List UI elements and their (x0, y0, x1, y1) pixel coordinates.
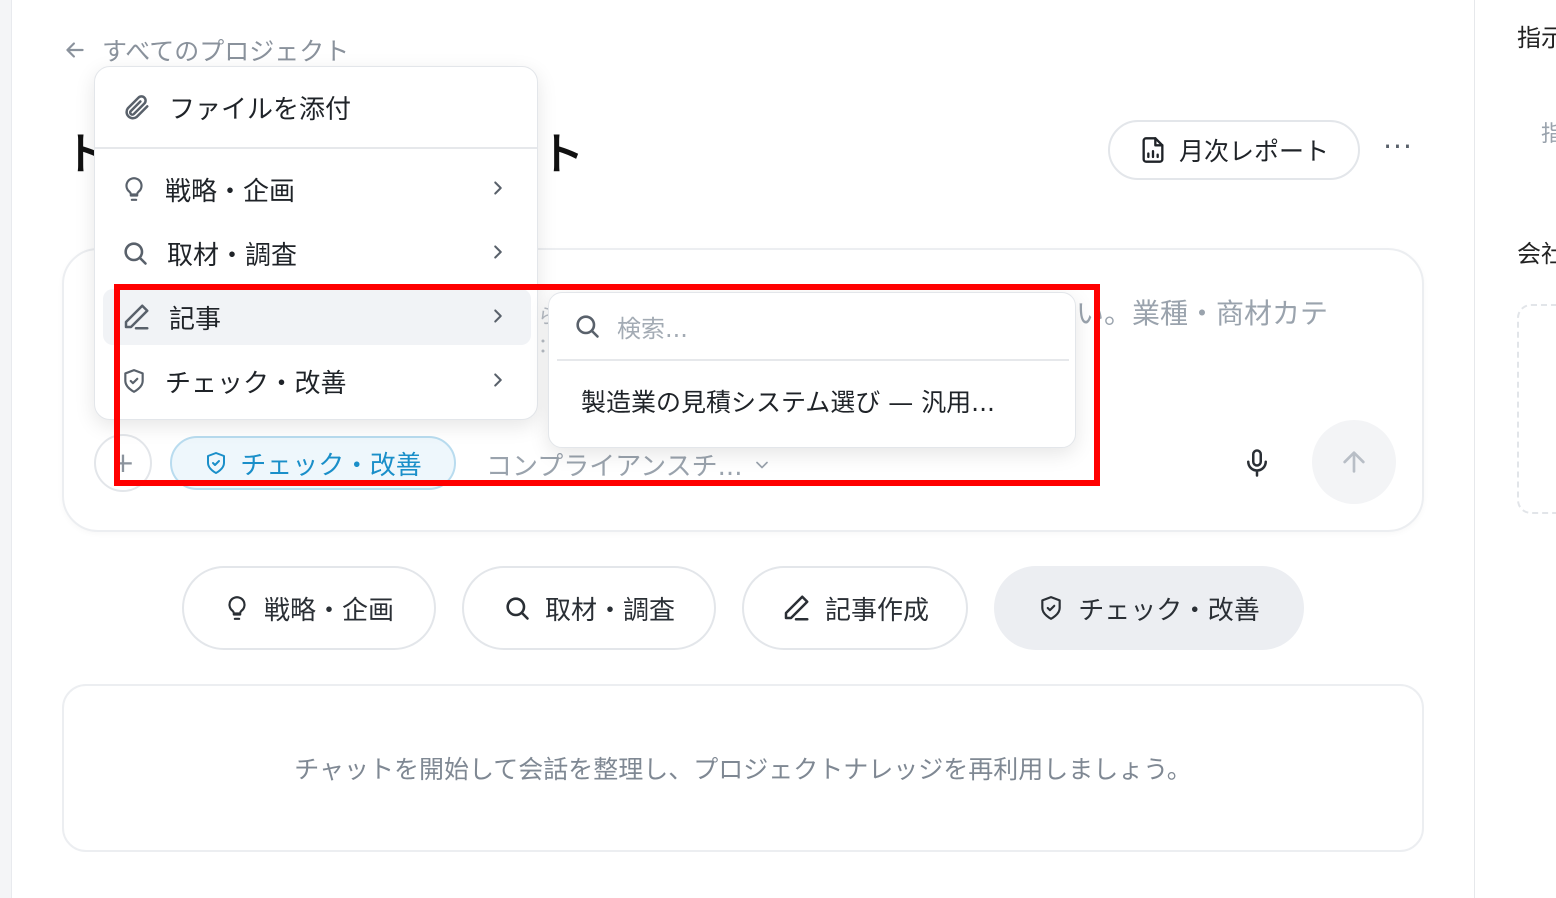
menu-divider (95, 147, 537, 149)
right-panel-section: 会社 (1517, 240, 1556, 268)
chevron-right-icon (494, 181, 502, 195)
back-link[interactable]: すべてのプロジェクト (62, 32, 349, 68)
file-chart-icon (1139, 135, 1167, 165)
arrow-left-icon (62, 37, 88, 63)
monthly-report-label: 月次レポート (1178, 137, 1329, 166)
chat-empty-state: チャットを開始して会話を整理し、プロジェクトナレッジを再利用しましょう。 (62, 684, 1424, 852)
quick-action-label: チェック・改善 (1078, 595, 1260, 626)
shield-check-icon (1038, 594, 1064, 622)
attach-file-label: ファイルを添付 (169, 94, 352, 125)
more-options-button[interactable]: ··· (1380, 130, 1416, 170)
right-panel-title: 指示 (1517, 24, 1556, 52)
menu-item-strategy[interactable]: 戦略・企画 (103, 161, 531, 217)
paperclip-icon (121, 92, 151, 122)
microphone-button[interactable] (1234, 440, 1280, 486)
chevron-right-icon (494, 245, 502, 259)
empty-state-text: チャットを開始して会話を整理し、プロジェクトナレッジを再利用しましょう。 (294, 755, 1192, 784)
monthly-report-button[interactable]: 月次レポート (1108, 120, 1360, 180)
menu-item-label: 取材・調査 (167, 240, 298, 271)
right-panel-dropzone[interactable] (1517, 304, 1556, 514)
search-icon (503, 594, 531, 622)
pencil-icon (781, 593, 811, 623)
page-title-end: ト (540, 129, 584, 180)
attach-file-item[interactable]: ファイルを添付 (95, 67, 537, 147)
quick-action-label: 戦略・企画 (263, 595, 394, 626)
microphone-icon (1242, 444, 1272, 482)
menu-item-label: 戦略・企画 (165, 176, 296, 207)
lightbulb-icon (224, 593, 250, 623)
composer-placeholder: い。業種・商材カテ (1076, 297, 1329, 330)
annotation-highlight-box (114, 284, 1100, 486)
right-panel: 指示 指 会社 (1474, 0, 1556, 898)
quick-action-label: 記事作成 (824, 595, 929, 626)
left-sidebar-edge (0, 0, 12, 898)
quick-action-write-article[interactable]: 記事作成 (742, 566, 968, 650)
menu-item-research[interactable]: 取材・調査 (103, 225, 531, 281)
send-button[interactable] (1312, 420, 1396, 504)
quick-action-research[interactable]: 取材・調査 (462, 566, 716, 650)
quick-action-label: 取材・調査 (544, 595, 675, 626)
quick-action-strategy[interactable]: 戦略・企画 (182, 566, 436, 650)
lightbulb-icon (121, 174, 147, 204)
right-panel-item[interactable]: 指 (1541, 116, 1556, 148)
back-link-label: すべてのプロジェクト (102, 37, 350, 66)
arrow-up-icon (1338, 446, 1370, 478)
quick-action-check-improve[interactable]: チェック・改善 (994, 566, 1304, 650)
search-icon (121, 239, 149, 267)
